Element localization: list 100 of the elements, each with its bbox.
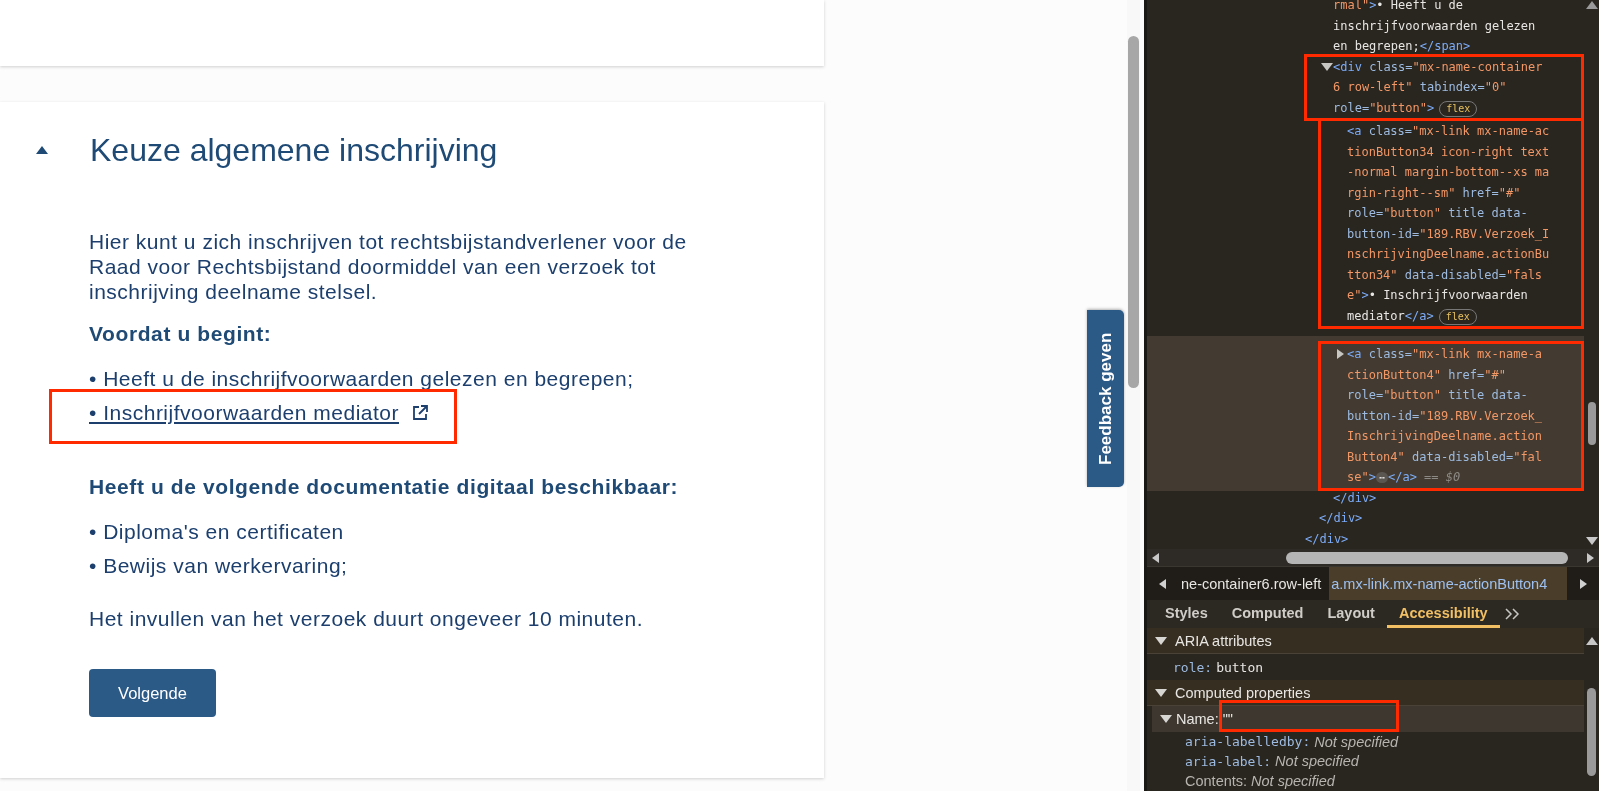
code-attribute: title data- <box>1447 388 1528 402</box>
code-value: "#" <box>1484 367 1506 382</box>
property-name: aria-labelledby: <box>1185 734 1311 750</box>
tab[interactable]: Layout <box>1315 600 1387 628</box>
tab[interactable]: Styles <box>1153 600 1220 628</box>
intro-text: Hier kunt u zich inschrijven tot rechtsbijstandverlener voor de Raad voor Rechtsbijstand doormiddel van een verzoek tot inschrijving deelname stelsel. <box>89 229 688 304</box>
property-name: Contents: <box>1185 772 1248 789</box>
code-tag: </a> <box>1387 470 1417 484</box>
code-tag: > <box>1369 0 1377 12</box>
property-row[interactable]: Name: "" <box>1152 706 1584 732</box>
link[interactable]: • Inschrijfvoorwaarden mediator <box>89 400 399 425</box>
property-value: Not specified <box>1275 753 1359 770</box>
section-header[interactable]: ARIA attributes <box>1147 628 1584 654</box>
collapsed-arrow-icon[interactable] <box>1335 349 1345 359</box>
code-tag: > <box>1368 470 1376 484</box>
code-value: "mx-link mx-name-ac <box>1412 124 1550 138</box>
property-name: role: <box>1173 659 1213 675</box>
scrollbar[interactable] <box>1127 0 1140 791</box>
section-title: Keuze algemene inschrijving <box>90 132 498 168</box>
code-value: "button" <box>1383 388 1441 402</box>
property-value: Not specified <box>1251 772 1335 789</box>
expanded-arrow-icon[interactable] <box>1155 635 1167 646</box>
list-item: • Heeft u de inschrijfvoorwaarden gelezen en begrepen; <box>89 366 634 391</box>
code-value: rmal" <box>1333 0 1370 12</box>
section-header[interactable]: Computed properties <box>1147 680 1584 706</box>
code-value: "#" <box>1498 185 1521 200</box>
code-attribute: button-id= <box>1347 226 1420 241</box>
scroll-up-arrow-icon[interactable] <box>1585 636 1598 646</box>
code-value: "0" <box>1484 80 1507 94</box>
section-title: ARIA attributes <box>1175 632 1272 649</box>
code-attribute: href= <box>1461 185 1499 200</box>
breadcrumb[interactable]: ne-container6.row-left <box>1179 567 1330 600</box>
code-value: "mx-name-container <box>1412 59 1543 74</box>
scrollbar-thumb[interactable] <box>1587 401 1596 445</box>
code-value: se" <box>1347 470 1369 484</box>
code-text: • Inschrijfvoorwaarden <box>1368 288 1528 302</box>
property-name: aria-label: <box>1185 753 1272 769</box>
code-attribute: data-disabled= <box>1403 267 1506 282</box>
code-tag: </a> <box>1404 308 1434 323</box>
code-value: e" <box>1347 288 1362 302</box>
scrollbar[interactable] <box>1584 0 1599 546</box>
more-tabs-icon[interactable] <box>1503 608 1520 620</box>
caret-icon[interactable] <box>36 145 48 155</box>
scrollbar-thumb[interactable] <box>1286 551 1568 564</box>
code-attribute: role= <box>1333 100 1370 115</box>
element-node[interactable]: <div class="mx-name-container 6 row-left" tabindex="0" role="button"> flex <box>1319 56 1581 118</box>
scroll-left-button[interactable] <box>1147 567 1179 600</box>
code-attribute: role= <box>1347 206 1384 220</box>
external-link-icon[interactable] <box>411 403 429 422</box>
scrollbar[interactable] <box>1147 549 1599 566</box>
code-text: == $0 <box>1423 470 1461 484</box>
property-value: Not specified <box>1314 733 1399 750</box>
code-text: mediator <box>1347 308 1405 323</box>
code-text: inschrijfvoorwaarden gelezen <box>1333 18 1536 33</box>
expanded-arrow-icon[interactable] <box>1155 687 1167 698</box>
selected-row[interactable]: <a class="mx-link mx-name-a ctionButton4" href="#" role="button" title data- button-id="189.RBV.Verzoek_ InschrijvingDeelname.action Button4" data-disabled="fal se"> ⋯ </a> == $0 <box>1147 336 1584 491</box>
code-attribute: class= <box>1368 59 1413 74</box>
scroll-right-button[interactable] <box>1567 567 1599 600</box>
scroll-left-arrow-icon[interactable] <box>1151 552 1161 563</box>
code-tag: <div <box>1333 59 1362 74</box>
ellipsis-badge[interactable]: ⋯ <box>1375 472 1388 483</box>
code-value: nschrijvingDeelname.actionBu <box>1347 247 1550 261</box>
list-heading: Voordat u begint: <box>89 321 273 347</box>
code-value: "189.RBV.Verzoek_ <box>1419 408 1543 423</box>
next-button[interactable]: Volgende <box>89 669 216 717</box>
scroll-right-arrow-icon[interactable] <box>1585 552 1595 563</box>
expanded-arrow-icon[interactable] <box>1321 61 1333 72</box>
expanded-arrow-icon[interactable] <box>1160 714 1172 724</box>
code-tag: > <box>1361 288 1369 302</box>
property-value: "" <box>1222 711 1233 727</box>
left-arrow-icon[interactable] <box>1158 578 1168 589</box>
code-value: "189.RBV.Verzoek_I <box>1419 226 1550 241</box>
property-row[interactable]: role: button <box>1147 654 1584 680</box>
code-attribute: class= <box>1367 124 1413 138</box>
scrollbar-thumb[interactable] <box>1128 36 1139 388</box>
code-text: • Heeft u de <box>1376 0 1464 12</box>
code-tag: > <box>1426 100 1435 115</box>
code-attribute: href= <box>1447 367 1485 382</box>
code-tag: </div> <box>1305 531 1349 546</box>
code-attribute: data-disabled= <box>1411 449 1514 464</box>
feedback-tab[interactable]: Feedback geven <box>1087 310 1124 487</box>
code-value: tton34" <box>1347 267 1398 282</box>
code-value: InschrijvingDeelname.action <box>1347 429 1543 443</box>
code-tag: </div> <box>1333 490 1377 505</box>
right-arrow-icon[interactable] <box>1578 578 1588 589</box>
element-node[interactable]: <a class="mx-link mx-name-a ctionButton4" href="#" role="button" title data- button-id="189.RBV.Verzoek_ InschrijvingDeelname.action Button4" data-disabled="fal se"> ⋯ </a> == $0 <box>1333 344 1581 488</box>
code-attribute: role= <box>1347 388 1384 402</box>
code-tag: <a <box>1347 124 1362 138</box>
code-value: "fals <box>1505 267 1543 282</box>
code-value: 6 row-left" <box>1333 80 1413 94</box>
code-value: ctionButton4" <box>1347 367 1441 382</box>
code-tag: <a <box>1347 347 1362 361</box>
scroll-up-arrow-icon[interactable] <box>1585 0 1598 10</box>
tab[interactable]: Computed <box>1219 600 1316 628</box>
element-node[interactable]: rmal">• Heeft u de inschrijfvoorwaarden gelezen en begrepen;</span> <box>1319 0 1584 57</box>
code-value: Button4" <box>1347 449 1405 464</box>
scroll-down-arrow-icon[interactable] <box>1585 536 1598 546</box>
code-tag: </div> <box>1319 511 1363 525</box>
code-value: -normal margin-bottom--xs ma <box>1347 165 1550 179</box>
scrollbar-thumb[interactable] <box>1587 688 1596 776</box>
